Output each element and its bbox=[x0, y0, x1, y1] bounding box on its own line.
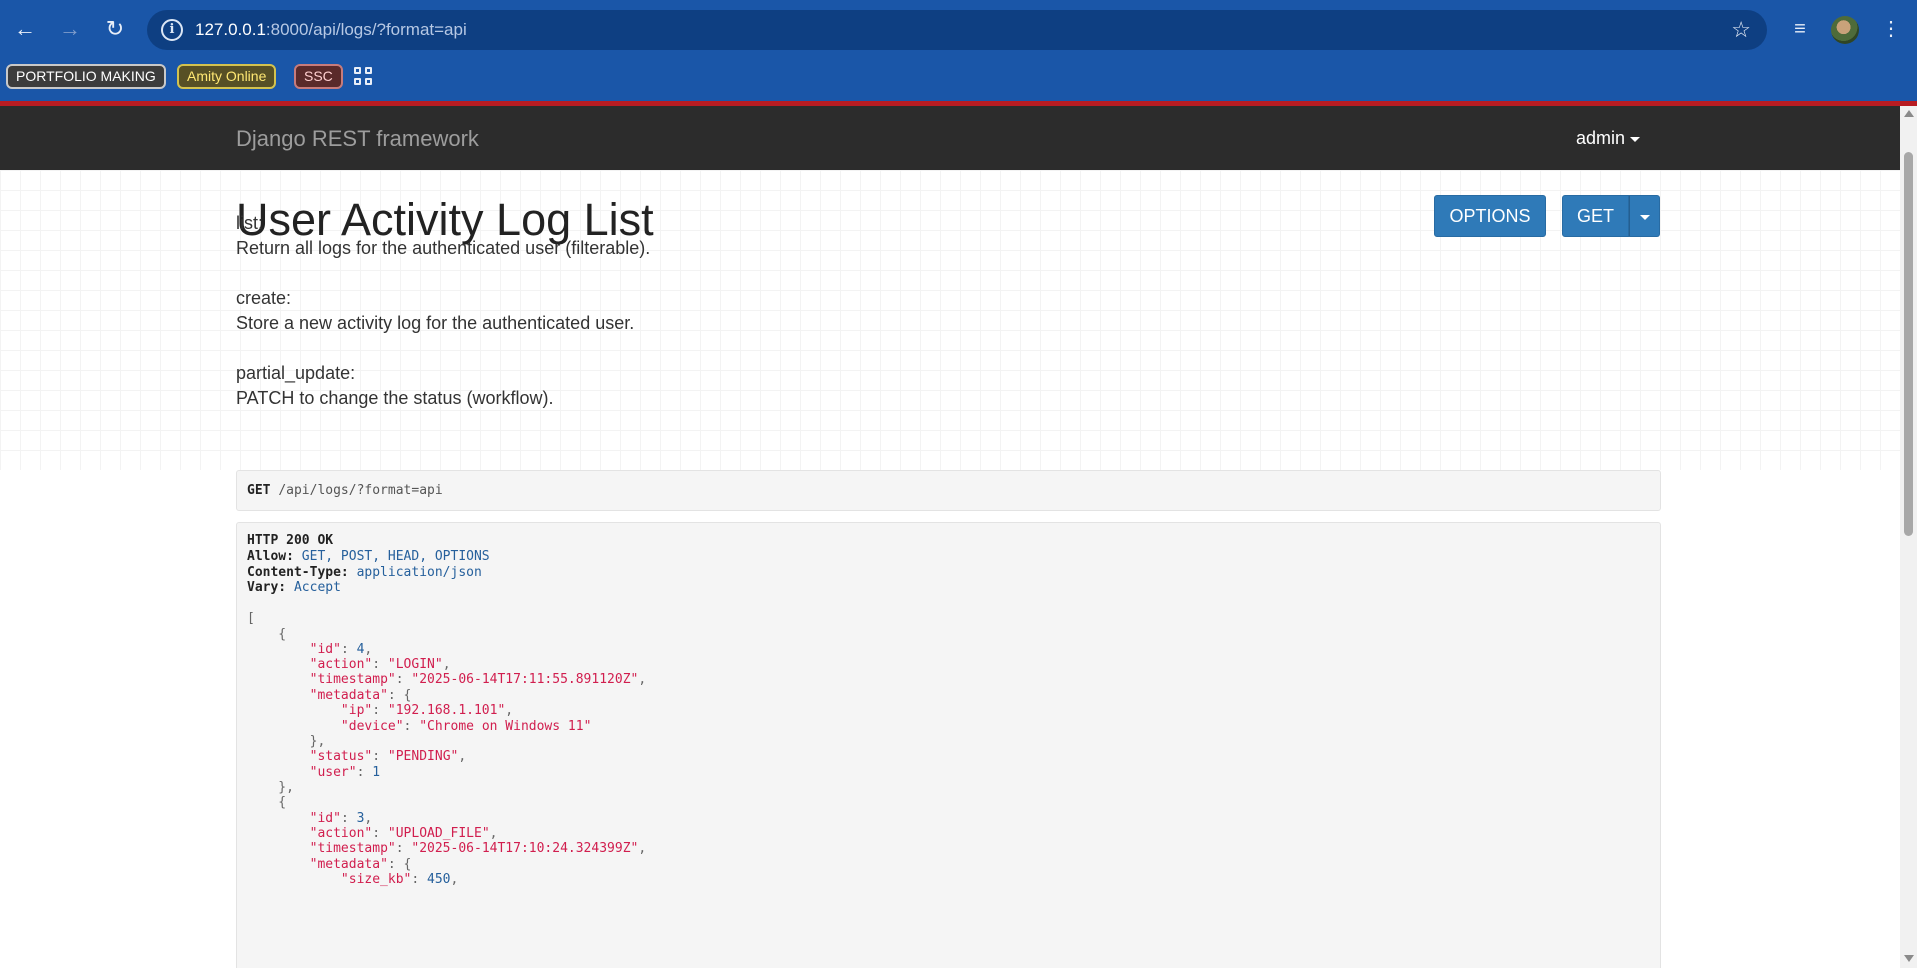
json-value: "2025-06-14T17:11:55.891120Z" bbox=[411, 672, 639, 687]
json-value: 450 bbox=[427, 872, 451, 887]
avatar[interactable] bbox=[1831, 16, 1859, 44]
bookmark-amity-online[interactable]: Amity Online bbox=[177, 64, 277, 89]
bookmarks-bar: PORTFOLIO MAKING Amity Online SSC bbox=[0, 60, 1917, 100]
request-method: GET bbox=[247, 483, 271, 498]
scroll-down-icon[interactable] bbox=[1904, 955, 1914, 962]
header-key: Allow: bbox=[247, 549, 294, 564]
url-host: 127.0.0.1 bbox=[195, 20, 266, 39]
back-icon[interactable]: ← bbox=[10, 14, 40, 44]
json-value: "2025-06-14T17:10:24.324399Z" bbox=[411, 841, 639, 856]
scroll-thumb[interactable] bbox=[1904, 152, 1913, 536]
browser-toolbar: ← → ↻ i 127.0.0.1:8000/api/logs/?format=… bbox=[0, 0, 1917, 60]
forward-icon[interactable]: → bbox=[55, 14, 85, 44]
json-value: 1 bbox=[372, 765, 381, 780]
apps-grid-icon[interactable] bbox=[354, 67, 374, 87]
caret-down-icon bbox=[1630, 136, 1641, 142]
request-path: /api/logs/?format=api bbox=[278, 483, 443, 498]
user-menu-label: admin bbox=[1576, 128, 1626, 148]
description-line: list: bbox=[236, 213, 263, 233]
browser-chrome: ← → ↻ i 127.0.0.1:8000/api/logs/?format=… bbox=[0, 0, 1917, 106]
reload-icon[interactable]: ↻ bbox=[100, 14, 130, 44]
json-value: "Chrome on Windows 11" bbox=[419, 719, 592, 734]
options-button[interactable]: OPTIONS bbox=[1434, 195, 1546, 237]
description-line: PATCH to change the status (workflow). bbox=[236, 388, 554, 408]
address-bar[interactable]: i 127.0.0.1:8000/api/logs/?format=api ☆ bbox=[147, 10, 1767, 50]
json-value: "LOGIN" bbox=[387, 657, 443, 672]
header-value: application/json bbox=[356, 565, 482, 580]
bookmark-ssc[interactable]: SSC bbox=[294, 64, 343, 89]
description-line: partial_update: bbox=[236, 363, 356, 383]
site-info-icon[interactable]: i bbox=[161, 19, 183, 41]
drf-navbar: Django REST framework admin bbox=[0, 106, 1900, 170]
page-content: Django REST framework admin User Activit… bbox=[0, 106, 1900, 968]
media-icon[interactable]: ≡ bbox=[1785, 14, 1815, 44]
request-info: GET /api/logs/?format=api bbox=[236, 470, 1661, 511]
header-key: Vary: bbox=[247, 580, 287, 595]
header-value: GET, POST, HEAD, OPTIONS bbox=[301, 549, 490, 564]
json-value: "PENDING" bbox=[387, 749, 459, 764]
star-icon[interactable]: ☆ bbox=[1731, 17, 1751, 43]
header-value: Accept bbox=[293, 580, 341, 595]
response-status: HTTP 200 OK bbox=[247, 533, 334, 548]
description-line: Store a new activity log for the authent… bbox=[236, 313, 635, 333]
scroll-up-icon[interactable] bbox=[1904, 110, 1914, 117]
brand-link[interactable]: Django REST framework bbox=[236, 126, 479, 152]
url-path: :8000/api/logs/?format=api bbox=[265, 20, 467, 39]
bookmark-portfolio-making[interactable]: PORTFOLIO MAKING bbox=[6, 64, 166, 89]
header-key: Content-Type: bbox=[247, 565, 349, 580]
url-text[interactable]: 127.0.0.1:8000/api/logs/?format=api bbox=[195, 20, 467, 40]
get-format-dropdown[interactable] bbox=[1629, 195, 1660, 237]
json-value: "UPLOAD_FILE" bbox=[387, 826, 490, 841]
menu-icon[interactable]: ⋮ bbox=[1876, 14, 1906, 44]
get-button[interactable]: GET bbox=[1562, 195, 1629, 237]
user-menu[interactable]: admin bbox=[1576, 128, 1641, 149]
caret-down-icon bbox=[1639, 214, 1650, 220]
json-value: "192.168.1.101" bbox=[387, 703, 506, 718]
description-line: create: bbox=[236, 288, 292, 308]
page-scrollbar[interactable] bbox=[1900, 106, 1917, 968]
response-info: HTTP 200 OK Allow: GET, POST, HEAD, OPTI… bbox=[236, 522, 1661, 968]
description-line: Return all logs for the authenticated us… bbox=[236, 238, 651, 258]
